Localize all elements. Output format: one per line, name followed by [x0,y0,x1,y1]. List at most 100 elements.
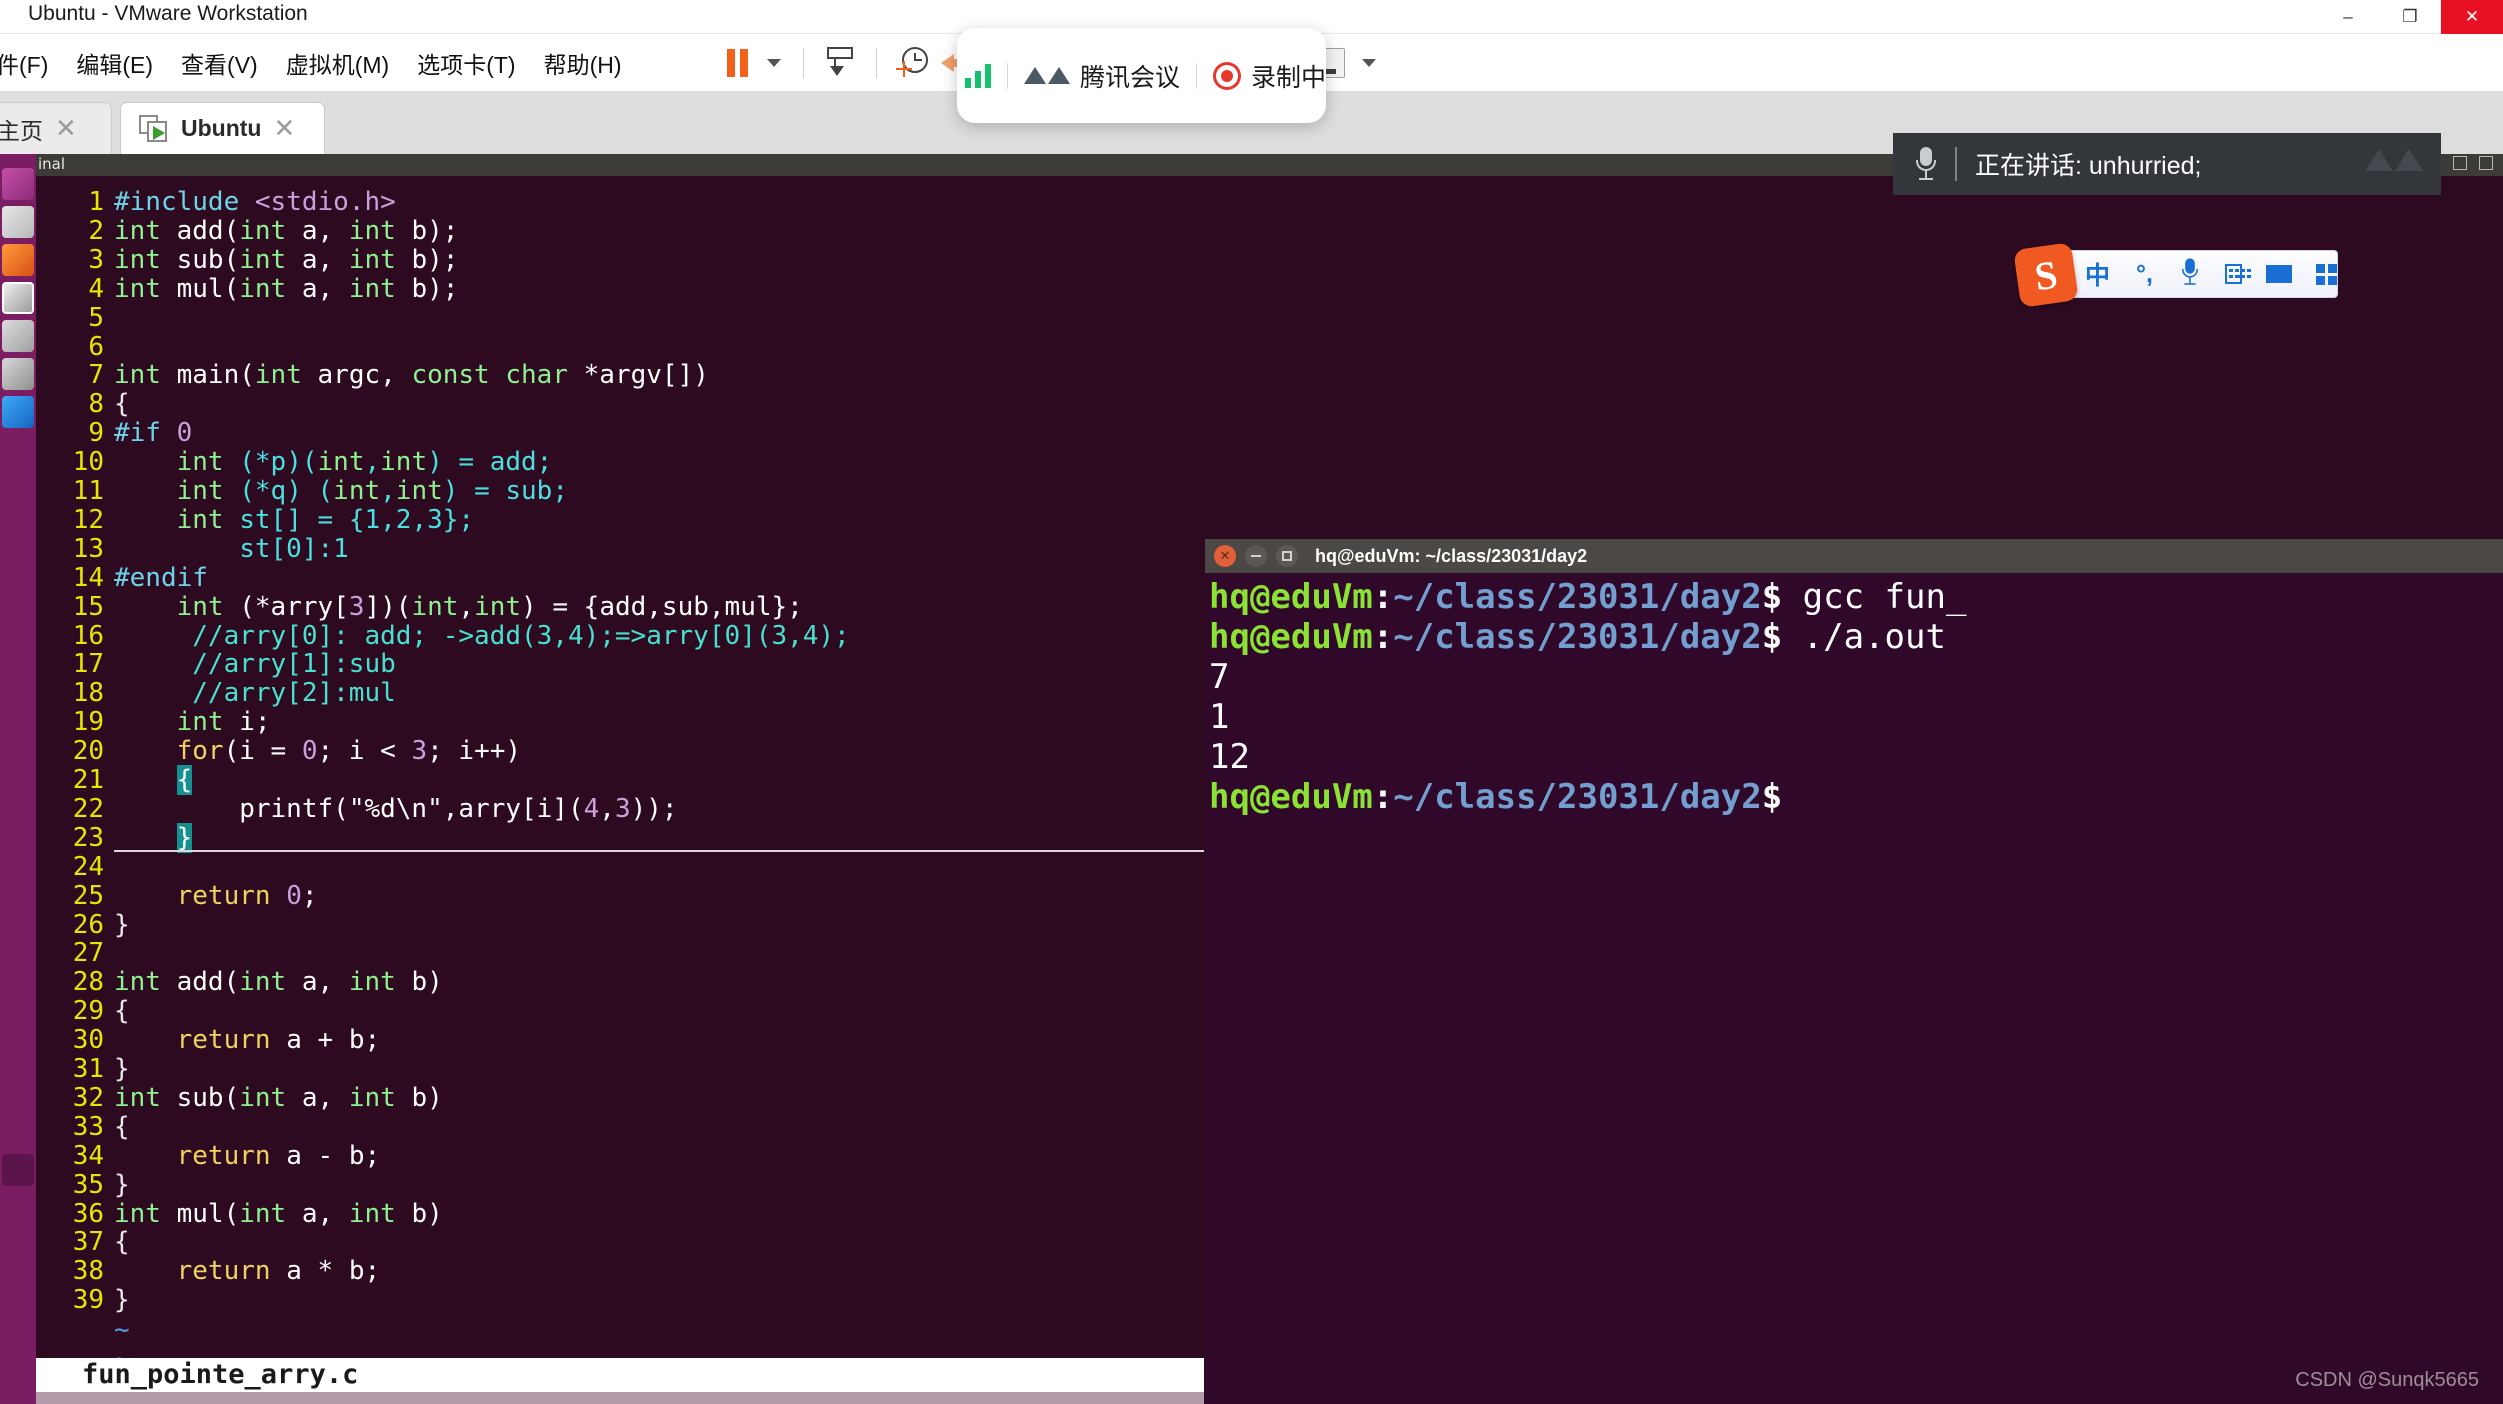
menu-vm[interactable]: 虚拟机(M) [272,46,403,80]
code-token: { [114,1111,130,1142]
ime-soft-keyboard-icon[interactable] [2224,264,2251,284]
vim-code-line[interactable]: int main(int argc, const char *argv[]) [114,361,709,390]
menu-edit[interactable]: 编辑(E) [62,46,167,80]
panel-indicator-icon-1[interactable] [2453,156,2467,170]
vim-code-line[interactable]: { [114,765,193,795]
minimize-button[interactable]: – [2317,0,2379,34]
launcher-item-firefox[interactable] [2,244,34,276]
ime-voice-input-icon[interactable] [2179,255,2201,294]
vim-code-line[interactable]: st[0]:1 [114,534,349,564]
vim-code-line[interactable]: int (*p)(int,int) = add; [114,447,553,477]
vim-code-line[interactable]: #endif [114,563,208,593]
pause-dropdown-button[interactable] [759,41,789,85]
sogou-ime-toolbar[interactable]: S 中 °, [2013,242,2338,308]
ime-punctuation-toggle[interactable]: °, [2136,260,2153,289]
vim-code-line[interactable]: printf("%d\n",arry[i](4,3)); [114,794,677,824]
tab-ubuntu-close-icon[interactable]: ✕ [273,113,295,144]
launcher-item-files[interactable] [2,206,34,238]
toolbar-overflow-button[interactable] [1354,41,1384,85]
vim-code-line[interactable]: } [114,1170,130,1200]
tab-home-label: 主页 [0,117,43,144]
code-token: b) [395,1198,443,1229]
vim-code-line[interactable]: { [114,997,130,1026]
ime-menu-grid-icon[interactable] [2316,263,2337,285]
vim-line-number: 11 [72,476,104,506]
terminal-window[interactable]: ✕ hq@eduVm: ~/class/23031/day2 hq@eduVm:… [1205,539,2503,1404]
launcher-item-dash[interactable] [2,168,34,200]
menu-file[interactable]: 件(F) [0,46,62,80]
menu-tabs[interactable]: 选项卡(T) [403,46,529,80]
vim-code-line[interactable]: } [114,822,193,853]
pause-vm-button[interactable] [715,41,759,85]
vim-code-line[interactable]: return a - b; [114,1141,381,1171]
menu-list: 件(F) 编辑(E) 查看(V) 虚拟机(M) 选项卡(T) 帮助(H) [0,34,636,92]
vim-scrollbar[interactable] [36,1392,1204,1404]
close-button[interactable]: ✕ [2441,0,2503,34]
launcher-item-editor[interactable] [2,396,34,428]
vim-code-line[interactable]: int add(int a, int b) [114,968,443,997]
ime-skin-icon[interactable] [2266,265,2292,283]
tab-home-close-icon[interactable]: ✕ [55,113,77,144]
code-token: int [348,1082,396,1113]
maximize-button[interactable]: ❐ [2379,0,2441,34]
menu-help[interactable]: 帮助(H) [530,46,636,80]
vim-code-line[interactable]: int mul(int a, int b); [114,274,458,304]
tab-home[interactable]: 主页 ✕ [0,102,112,154]
tencent-meeting-logo-icon [1024,67,1070,84]
vim-code-line[interactable]: int st[] = {1,2,3}; [114,504,474,535]
code-token: int [176,504,224,535]
code-token: const char [411,360,568,391]
terminal-command: gcc fun_ [1782,577,1967,617]
launcher-item-terminal[interactable] [2,282,34,314]
vim-code-line[interactable]: int sub(int a, int b) [114,1082,443,1113]
vim-code-line[interactable]: int add(int a, int b); [114,216,458,246]
launcher-item-trash[interactable] [2,1154,34,1186]
vim-code-line[interactable]: #if 0 [114,419,192,448]
vim-code-line[interactable]: int i; [114,708,271,737]
panel-indicator-icon-2[interactable] [2479,156,2493,170]
vim-code-line[interactable]: int (*q) (int,int) = sub; [114,477,568,506]
vim-code-line[interactable]: #include <stdio.h> [114,188,396,217]
tencent-meeting-overlay[interactable]: 腾讯会议 录制中 [957,28,1326,123]
vim-code-line[interactable]: int mul(int a, int b) [114,1198,443,1229]
terminal-minimize-icon[interactable] [1245,545,1267,567]
terminal-body[interactable]: hq@eduVm:~/class/23031/day2$ gcc fun_ hq@… [1205,573,2503,1404]
vim-code-line[interactable]: { [114,1111,130,1142]
vim-code-line[interactable]: { [114,390,130,419]
launcher-item-software[interactable] [2,320,34,352]
sogou-logo-icon[interactable]: S [2013,242,2079,308]
terminal-close-icon[interactable]: ✕ [1214,545,1236,567]
vim-code-line[interactable]: for(i = 0; i < 3; i++) [114,737,521,766]
vim-line-number: 34 [72,1140,104,1171]
vim-code-line[interactable]: //arry[2]:mul [114,679,396,708]
vim-code-line[interactable]: } [114,1055,130,1084]
vim-code-line[interactable]: } [114,1286,130,1315]
ime-language-toggle[interactable]: 中 [2085,256,2110,292]
vim-editor[interactable]: 1 #include <stdio.h> 2 int add(int a, int b… [36,176,1204,1404]
launcher-item-settings[interactable] [2,358,34,390]
tab-ubuntu[interactable]: Ubuntu ✕ [120,102,325,154]
vim-code-line[interactable]: int (*arry[3])(int,int) = {add,sub,mul}; [114,591,803,622]
take-snapshot-button[interactable] [891,41,935,85]
terminal-maximize-icon[interactable] [1276,545,1298,567]
vim-code-line[interactable]: return 0; [114,881,318,911]
code-token: int [411,591,459,622]
menu-view[interactable]: 查看(V) [167,46,272,80]
snapshot-button[interactable] [818,41,862,85]
vim-line-number: 13 [72,533,104,564]
speech-subtitle-bar: 正在讲话: unhurried; [1893,133,2441,195]
code-token: , [458,591,475,622]
vim-line-number: 22 [72,793,104,824]
vim-code-line[interactable]: //arry[0]: add; ->add(3,4);=>arry[0](3,4… [114,621,849,651]
vim-code-line[interactable]: { [114,1228,130,1257]
vim-line-number: 24 [72,851,104,882]
vim-code-line[interactable]: int sub(int a, int b); [114,245,458,275]
vim-code-line[interactable]: return a + b; [114,1026,381,1055]
ubuntu-panel-title: inal [38,155,66,173]
code-token: *argv[]) [567,360,709,391]
vim-code-line[interactable]: } [114,910,130,940]
vim-code-line[interactable]: //arry[1]:sub [114,650,396,679]
vim-code-line[interactable]: return a * b; [114,1256,381,1286]
